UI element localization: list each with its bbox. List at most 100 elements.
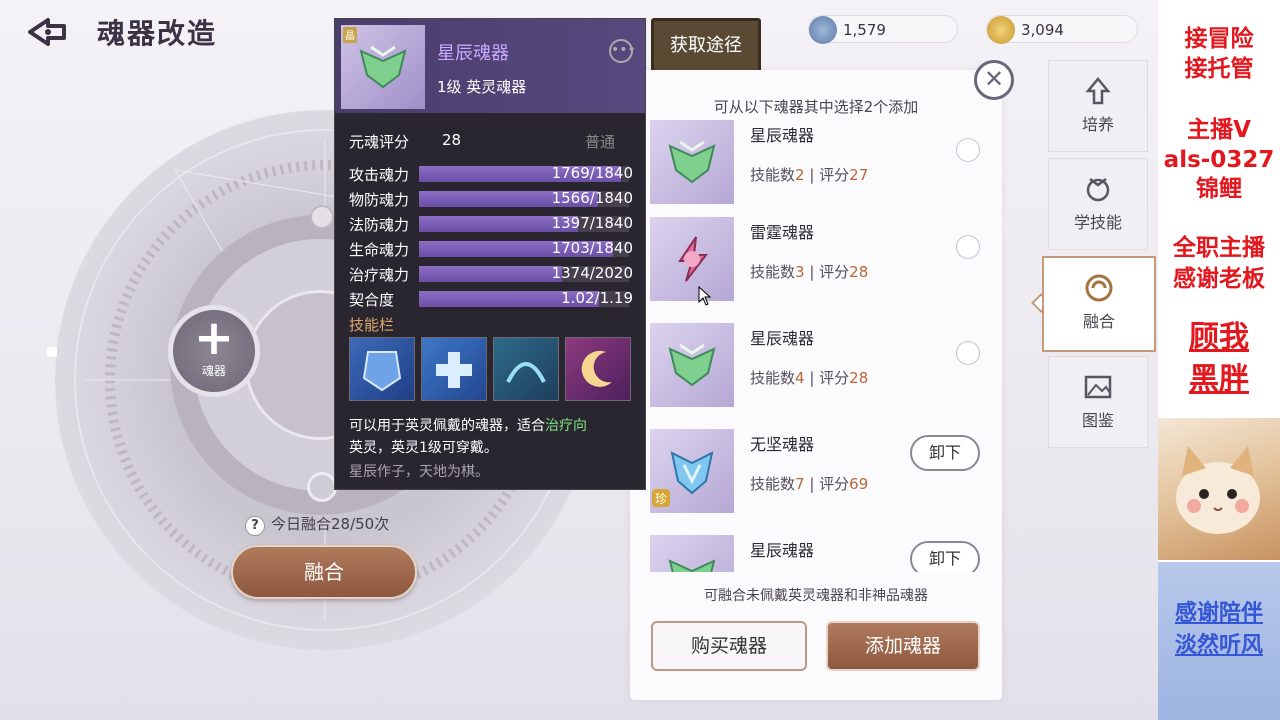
stat-name: 物防魂力 bbox=[349, 191, 410, 209]
decor-square bbox=[47, 347, 57, 357]
stat-bar-fill bbox=[419, 266, 562, 282]
close-icon: ✕ bbox=[983, 65, 1005, 93]
tooltip-flavor: 星辰作子，天地为棋。 bbox=[349, 464, 489, 480]
tab-gallery[interactable]: 图鉴 bbox=[1048, 356, 1148, 448]
overlay-text: 感谢陪伴 淡然听风 bbox=[1174, 601, 1263, 658]
stream-overlay: 接冒险 接托管 主播V als-0327 锦鲤 全职主播 感谢老板 顾我 黑胖 … bbox=[1158, 0, 1280, 720]
add-slot-label: 魂器 bbox=[201, 364, 226, 378]
list-item[interactable]: 星辰魂器 技能数4 | 评分28 bbox=[650, 323, 990, 407]
item-name: 星辰魂器 bbox=[750, 126, 815, 145]
currency-2-value: 3,094 bbox=[1021, 21, 1064, 39]
star-soul-icon bbox=[650, 535, 734, 572]
score-label: 元魂评分 bbox=[349, 133, 410, 151]
item-name: 无坚魂器 bbox=[750, 435, 815, 454]
soul-tooltip: 晶 星辰魂器 1级 英灵魂器 ••• 元魂评分 28 普通 攻击魂力 1769/1… bbox=[334, 18, 646, 490]
help-icon[interactable]: ? bbox=[245, 516, 265, 536]
unload-button[interactable]: 卸下 bbox=[910, 541, 980, 572]
currency-1: 1,579 bbox=[808, 15, 958, 44]
rare-badge: 珍 bbox=[655, 492, 667, 506]
cat-image bbox=[1158, 418, 1280, 560]
more-icon[interactable]: ••• bbox=[609, 39, 636, 63]
back-arrow-icon bbox=[28, 18, 66, 46]
score-rank: 普通 bbox=[585, 133, 616, 151]
bottom-slot-icon bbox=[307, 472, 337, 502]
quality-badge: 晶 bbox=[345, 30, 355, 42]
panel-footer-hint: 可融合未佩戴英灵魂器和非神品魂器 bbox=[704, 588, 928, 604]
skills-label: 技能栏 bbox=[349, 316, 395, 334]
tab-label: 培养 bbox=[1081, 115, 1114, 134]
tooltip-subtitle: 1级 英灵魂器 bbox=[437, 78, 527, 96]
tooltip-description: 可以用于英灵佩戴的魂器，适合治疗向 英灵，英灵1级可穿戴。 bbox=[349, 418, 587, 456]
overlay-text: als-0327 bbox=[1163, 147, 1275, 173]
list-item[interactable]: 星辰魂器 卸下 bbox=[650, 535, 990, 572]
overlay-text: 全职主播 bbox=[1173, 235, 1265, 261]
mouse-cursor-icon bbox=[698, 286, 712, 306]
tab-label: 学技能 bbox=[1073, 213, 1122, 232]
unload-button[interactable]: 卸下 bbox=[910, 435, 980, 471]
stat-name: 契合度 bbox=[349, 291, 395, 309]
stat-name: 治疗魂力 bbox=[349, 266, 410, 284]
overlay-text: 感谢老板 bbox=[1173, 266, 1265, 292]
stat-value: 1566/1840 bbox=[551, 189, 633, 207]
panel-hint: 可从以下魂器其中选择2个添加 bbox=[713, 98, 919, 116]
stat-value: 1703/1840 bbox=[551, 239, 633, 257]
overlay-text: 顾我 bbox=[1189, 320, 1249, 355]
star-soul-icon: 晶 bbox=[341, 25, 425, 109]
tab-train[interactable]: 培养 bbox=[1048, 60, 1148, 152]
today-fusion-count: ? 今日融合28/50次 bbox=[245, 513, 389, 536]
stat-value: 1769/1840 bbox=[551, 164, 633, 182]
select-radio[interactable] bbox=[956, 341, 980, 365]
tab-label: 图鉴 bbox=[1081, 411, 1114, 430]
sun-icon bbox=[310, 205, 334, 229]
unbreakable-soul-icon: 珍 bbox=[650, 429, 734, 513]
gallery-icon bbox=[1084, 375, 1112, 399]
gold-coin-icon bbox=[987, 16, 1015, 44]
overlay-text: 接托管 bbox=[1184, 56, 1254, 82]
plus-icon: + bbox=[193, 310, 235, 366]
close-button[interactable]: ✕ bbox=[974, 60, 1014, 100]
select-radio[interactable] bbox=[956, 138, 980, 162]
item-name: 雷霆魂器 bbox=[750, 223, 815, 242]
stat-row: 法防魂力 1397/1840 bbox=[349, 214, 633, 234]
tab-label: 融合 bbox=[1082, 312, 1115, 331]
soul-list[interactable]: 星辰魂器 技能数2 | 评分27 雷霆魂器 技能数3 | 评分28 星辰魂器 技… bbox=[650, 120, 990, 572]
gem-icon bbox=[809, 16, 837, 44]
overlay-text: 锦鲤 bbox=[1196, 176, 1242, 202]
stat-row: 契合度 1.02/1.19 bbox=[349, 289, 633, 309]
game-screen: 魂器改造 1,579 3,094 获取途径 + 魂器 ? 今日融合28/50次 融… bbox=[0, 0, 1158, 720]
overlay-text: 接冒险 bbox=[1184, 26, 1254, 52]
overlay-text: 主播V bbox=[1187, 117, 1251, 143]
stat-row: 物防魂力 1566/1840 bbox=[349, 189, 633, 209]
get-source-button[interactable]: 获取途径 bbox=[651, 18, 761, 74]
skill-shield-icon[interactable] bbox=[349, 337, 415, 401]
star-soul-icon bbox=[650, 120, 734, 204]
list-item[interactable]: 星辰魂器 技能数2 | 评分27 bbox=[650, 120, 990, 204]
skill-wave-icon[interactable] bbox=[493, 337, 559, 401]
currency-1-value: 1,579 bbox=[843, 21, 886, 39]
tab-learn-skill[interactable]: 学技能 bbox=[1048, 158, 1148, 250]
buy-soul-button[interactable]: 购买魂器 bbox=[651, 621, 807, 671]
item-meta: 技能数3 | 评分28 bbox=[750, 263, 869, 281]
select-radio[interactable] bbox=[956, 235, 980, 259]
score-value: 28 bbox=[442, 131, 462, 149]
arrow-up-icon bbox=[1085, 77, 1111, 105]
skill-icon bbox=[1086, 178, 1110, 202]
item-name: 星辰魂器 bbox=[750, 329, 815, 348]
tab-fusion[interactable]: 融合 bbox=[1042, 256, 1156, 352]
stat-row: 治疗魂力 1374/2020 bbox=[349, 264, 633, 284]
back-button[interactable] bbox=[26, 14, 70, 50]
stat-name: 法防魂力 bbox=[349, 216, 410, 234]
stat-name: 攻击魂力 bbox=[349, 166, 410, 184]
list-item[interactable]: 珍 无坚魂器 技能数7 | 评分69 卸下 bbox=[650, 429, 990, 513]
item-meta: 技能数4 | 评分28 bbox=[750, 369, 869, 387]
add-soul-slot[interactable]: + 魂器 bbox=[168, 305, 260, 397]
overlay-text: 黑胖 bbox=[1189, 362, 1249, 397]
skill-heal-icon[interactable] bbox=[421, 337, 487, 401]
add-soul-button[interactable]: 添加魂器 bbox=[826, 621, 980, 671]
stat-value: 1.02/1.19 bbox=[561, 289, 633, 307]
item-meta: 技能数2 | 评分27 bbox=[750, 166, 869, 184]
skill-moon-icon[interactable] bbox=[565, 337, 631, 401]
fuse-button[interactable]: 融合 bbox=[231, 545, 417, 599]
today-fusion-text: 今日融合28/50次 bbox=[271, 515, 390, 533]
score-row: 元魂评分 28 普通 bbox=[349, 131, 639, 152]
